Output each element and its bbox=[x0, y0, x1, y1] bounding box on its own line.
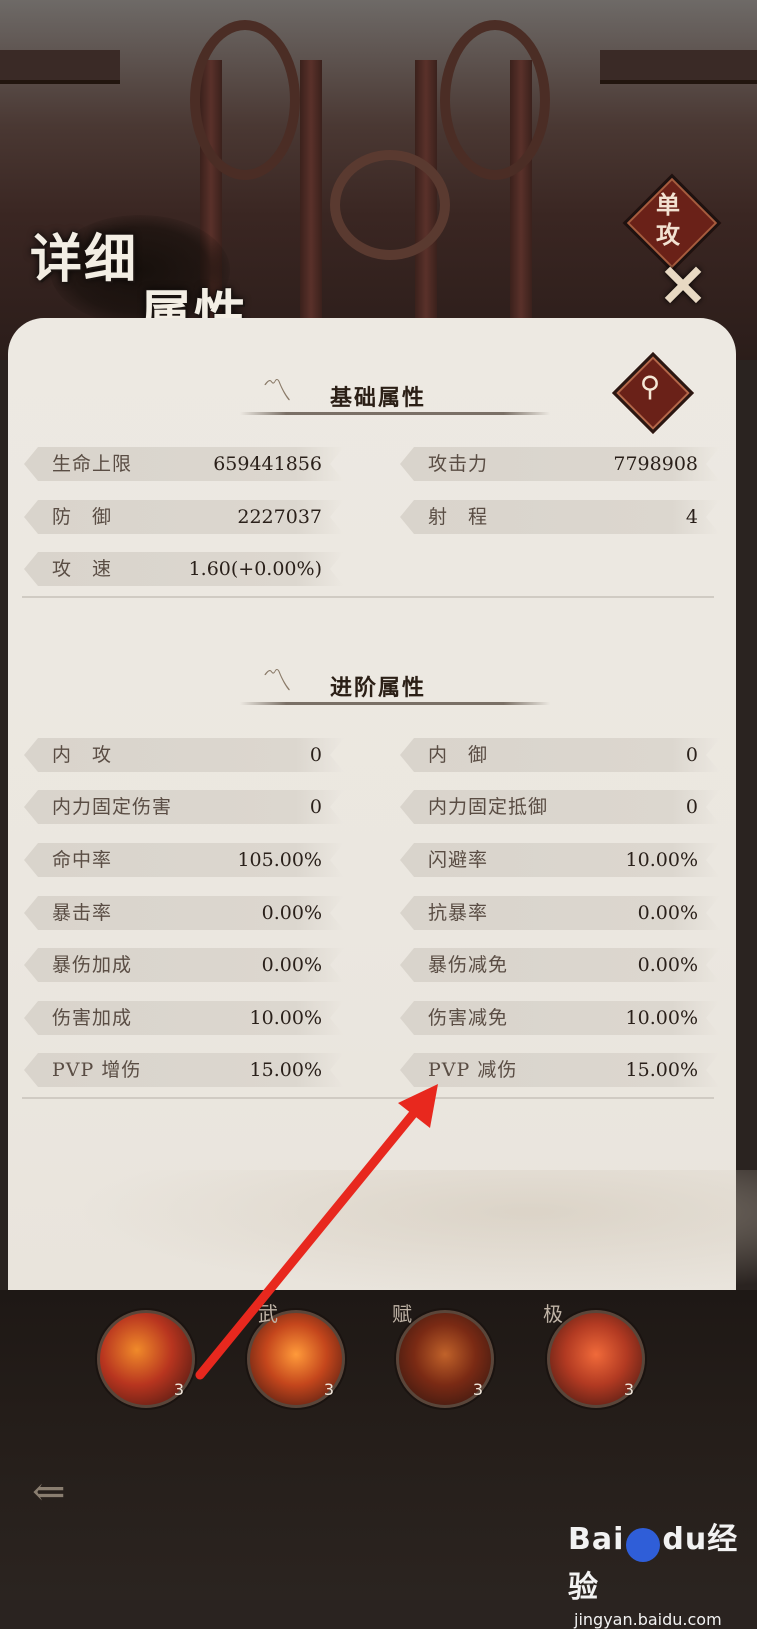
close-icon: ✕ bbox=[658, 252, 708, 320]
section-divider bbox=[22, 596, 714, 598]
stat-label: 暴击率 bbox=[52, 902, 113, 924]
stat-row: 内力固定伤害 0 bbox=[24, 790, 344, 824]
section-underline bbox=[240, 702, 550, 705]
stat-row: 攻击力 7798908 bbox=[400, 447, 720, 481]
pillar bbox=[300, 60, 322, 320]
stat-row: 伤害减免 10.00% bbox=[400, 1001, 720, 1035]
stat-value: 0 bbox=[685, 796, 698, 818]
stat-label: 伤害加成 bbox=[52, 1007, 133, 1029]
stat-label: PVP 减伤 bbox=[428, 1059, 518, 1081]
mode-badge-label: 单攻 bbox=[656, 190, 680, 249]
stat-value: 0.00% bbox=[261, 954, 322, 976]
stat-row: 暴伤加成 0.00% bbox=[24, 948, 344, 982]
watermark-brand-2: du bbox=[662, 1522, 708, 1557]
ornament-curl bbox=[190, 20, 300, 180]
stat-label: 暴伤加成 bbox=[52, 954, 133, 976]
stat-label: 暴伤减免 bbox=[428, 954, 509, 976]
skill-level: 3 bbox=[323, 1380, 334, 1399]
stat-value: 0 bbox=[309, 796, 322, 818]
stat-value: 0 bbox=[685, 744, 698, 766]
stat-label: 抗暴率 bbox=[428, 902, 489, 924]
stat-label: 生命上限 bbox=[52, 453, 133, 475]
stat-row: 内力固定抵御 0 bbox=[400, 790, 720, 824]
stat-row: 射 程 4 bbox=[400, 500, 720, 534]
stat-label: 内 攻 bbox=[52, 744, 113, 766]
section-divider bbox=[22, 1097, 714, 1099]
stat-value: 15.00% bbox=[625, 1059, 698, 1081]
stat-value: 15.00% bbox=[249, 1059, 322, 1081]
stat-value: 659441856 bbox=[213, 453, 322, 475]
search-icon[interactable]: ⚲ bbox=[633, 370, 667, 404]
stat-label: 防 御 bbox=[52, 506, 113, 528]
stat-row: 暴击率 0.00% bbox=[24, 896, 344, 930]
stat-row: 生命上限 659441856 bbox=[24, 447, 344, 481]
stat-value: 10.00% bbox=[249, 1007, 322, 1029]
stat-label: 内 御 bbox=[428, 744, 489, 766]
stat-row: 命中率 105.00% bbox=[24, 843, 344, 877]
section-title: 基础属性 bbox=[330, 385, 427, 411]
ornament-curl bbox=[440, 20, 550, 180]
back-button[interactable]: ⇐ bbox=[32, 1472, 112, 1512]
title-line1: 详细 bbox=[30, 229, 139, 290]
skill-level: 3 bbox=[623, 1380, 634, 1399]
baidu-paw-icon bbox=[626, 1527, 661, 1562]
brush-icon: 〽 bbox=[262, 664, 292, 699]
stat-label: 射 程 bbox=[428, 506, 489, 528]
roof-left bbox=[0, 50, 120, 84]
back-arrow-icon: ⇐ bbox=[32, 1469, 66, 1515]
skill-level: 3 bbox=[173, 1380, 184, 1399]
section-header-advanced: 〽 进阶属性 bbox=[240, 658, 550, 714]
watermark-site: jingyan.baidu.com bbox=[574, 1609, 722, 1629]
stat-label: 攻 速 bbox=[52, 558, 113, 580]
page-title: 详细 属性 bbox=[20, 205, 260, 346]
stat-label: 伤害减免 bbox=[428, 1007, 509, 1029]
brush-icon: 〽 bbox=[262, 374, 292, 409]
close-button[interactable]: ✕ bbox=[655, 257, 711, 315]
stat-row: 防 御 2227037 bbox=[24, 500, 344, 534]
panel-decoration bbox=[0, 1170, 757, 1310]
ornament-curl bbox=[330, 150, 450, 260]
roof-right bbox=[600, 50, 757, 84]
stat-value: 0 bbox=[309, 744, 322, 766]
stat-label: 内力固定伤害 bbox=[52, 796, 173, 818]
section-title: 进阶属性 bbox=[330, 675, 427, 701]
skill-slot-1[interactable]: 3 bbox=[97, 1310, 195, 1408]
stat-value: 2227037 bbox=[237, 506, 322, 528]
stat-row: 内 攻 0 bbox=[24, 738, 344, 772]
stat-label: 内力固定抵御 bbox=[428, 796, 549, 818]
stat-label: 攻击力 bbox=[428, 453, 489, 475]
stat-label: 闪避率 bbox=[428, 849, 489, 871]
stat-label: 命中率 bbox=[52, 849, 113, 871]
skill-tag: 极 bbox=[543, 1302, 563, 1326]
stat-label: PVP 增伤 bbox=[52, 1059, 142, 1081]
stat-value: 10.00% bbox=[625, 1007, 698, 1029]
stat-value: 4 bbox=[685, 506, 698, 528]
stat-value: 0.00% bbox=[261, 902, 322, 924]
stat-row: 内 御 0 bbox=[400, 738, 720, 772]
stat-row: 伤害加成 10.00% bbox=[24, 1001, 344, 1035]
skill-tag: 赋 bbox=[392, 1302, 412, 1326]
stat-row: 攻 速 1.60(+0.00%) bbox=[24, 552, 344, 586]
skill-level: 3 bbox=[472, 1380, 483, 1399]
skill-tag: 武 bbox=[258, 1302, 278, 1326]
watermark-brand: Bai bbox=[568, 1522, 625, 1557]
stat-value: 0.00% bbox=[637, 954, 698, 976]
stat-row: PVP 减伤 15.00% bbox=[400, 1053, 720, 1087]
section-underline bbox=[240, 412, 550, 415]
section-header-basic: 〽 基础属性 bbox=[240, 368, 550, 424]
stat-value: 7798908 bbox=[613, 453, 698, 475]
stat-value: 105.00% bbox=[237, 849, 322, 871]
stat-row: 闪避率 10.00% bbox=[400, 843, 720, 877]
stat-row: 暴伤减免 0.00% bbox=[400, 948, 720, 982]
stat-row: PVP 增伤 15.00% bbox=[24, 1053, 344, 1087]
stat-value: 10.00% bbox=[625, 849, 698, 871]
watermark: Bai du经验 jingyan.baidu.com bbox=[568, 1514, 757, 1629]
stat-value: 1.60(+0.00%) bbox=[188, 558, 322, 580]
stat-row: 抗暴率 0.00% bbox=[400, 896, 720, 930]
stat-value: 0.00% bbox=[637, 902, 698, 924]
